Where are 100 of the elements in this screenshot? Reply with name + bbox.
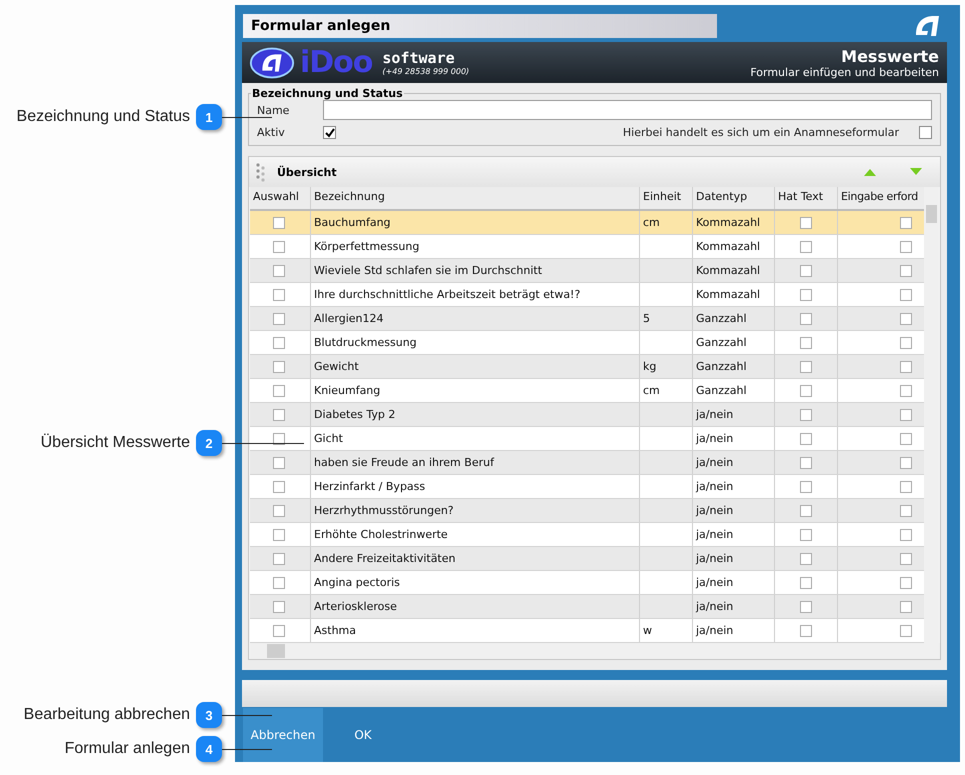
table-cell: Wieviele Std schlafen sie im Durchschnitt bbox=[311, 259, 640, 282]
table-cell: Knieumfang bbox=[311, 379, 640, 402]
row-checkbox[interactable] bbox=[273, 288, 285, 300]
table-cell: Gicht bbox=[311, 427, 640, 450]
active-checkbox[interactable] bbox=[323, 126, 336, 139]
row-checkbox[interactable] bbox=[900, 384, 912, 396]
vertical-scrollbar[interactable] bbox=[924, 187, 939, 643]
row-checkbox[interactable] bbox=[800, 576, 812, 588]
table-cell: Andere Freizeitaktivitäten bbox=[311, 547, 640, 570]
column-header[interactable]: Eingabe erford bbox=[838, 187, 924, 209]
row-checkbox[interactable] bbox=[273, 504, 285, 516]
row-checkbox[interactable] bbox=[800, 408, 812, 420]
table-cell: ja/nein bbox=[693, 571, 775, 594]
row-checkbox[interactable] bbox=[273, 480, 285, 492]
row-checkbox[interactable] bbox=[800, 288, 812, 300]
row-checkbox[interactable] bbox=[800, 432, 812, 444]
callout-badge: 3 bbox=[196, 702, 222, 728]
column-header[interactable]: Hat Text bbox=[775, 187, 838, 209]
row-checkbox[interactable] bbox=[273, 408, 285, 420]
column-header[interactable]: Einheit bbox=[640, 187, 693, 209]
table-row[interactable]: Blutdruckmessung Ganzzahl bbox=[250, 331, 924, 355]
table-row[interactable]: Diabetes Typ 2 ja/nein bbox=[250, 403, 924, 427]
table-row[interactable]: Herzrhythmusstörungen? ja/nein bbox=[250, 499, 924, 523]
column-header[interactable]: Datentyp bbox=[693, 187, 775, 209]
row-checkbox[interactable] bbox=[800, 624, 812, 636]
row-checkbox[interactable] bbox=[800, 216, 812, 228]
row-checkbox[interactable] bbox=[900, 288, 912, 300]
table-row[interactable]: Angina pectoris ja/nein bbox=[250, 571, 924, 595]
row-checkbox[interactable] bbox=[273, 432, 285, 444]
column-header[interactable]: Auswahl bbox=[250, 187, 311, 209]
row-checkbox[interactable] bbox=[800, 360, 812, 372]
row-checkbox[interactable] bbox=[900, 576, 912, 588]
row-checkbox[interactable] bbox=[273, 600, 285, 612]
row-checkbox[interactable] bbox=[273, 576, 285, 588]
row-checkbox[interactable] bbox=[273, 552, 285, 564]
row-checkbox[interactable] bbox=[800, 456, 812, 468]
row-checkbox[interactable] bbox=[273, 336, 285, 348]
table-row[interactable]: Körperfettmessung Kommazahl bbox=[250, 235, 924, 259]
horizontal-scrollbar[interactable] bbox=[250, 643, 940, 659]
dialog-button[interactable]: Abbrechen bbox=[243, 708, 323, 762]
row-checkbox[interactable] bbox=[900, 456, 912, 468]
row-checkbox[interactable] bbox=[800, 312, 812, 324]
row-checkbox[interactable] bbox=[273, 384, 285, 396]
row-checkbox[interactable] bbox=[273, 624, 285, 636]
row-checkbox[interactable] bbox=[800, 480, 812, 492]
row-checkbox[interactable] bbox=[900, 264, 912, 276]
row-checkbox[interactable] bbox=[900, 408, 912, 420]
row-checkbox[interactable] bbox=[900, 432, 912, 444]
name-input[interactable] bbox=[323, 100, 932, 120]
brand-name: iDoo bbox=[300, 45, 372, 80]
row-checkbox[interactable] bbox=[900, 216, 912, 228]
table-row[interactable]: Allergien124 5 Ganzzahl bbox=[250, 307, 924, 331]
row-checkbox[interactable] bbox=[800, 600, 812, 612]
table-cell: ja/nein bbox=[693, 499, 775, 522]
anamnese-checkbox[interactable] bbox=[919, 126, 932, 139]
row-checkbox[interactable] bbox=[900, 312, 912, 324]
move-down-icon[interactable] bbox=[910, 168, 922, 176]
row-checkbox[interactable] bbox=[900, 240, 912, 252]
table-row[interactable]: Wieviele Std schlafen sie im Durchschnitt Kommazahl bbox=[250, 259, 924, 283]
table-row[interactable]: Erhöhte Cholestrinwerte ja/nein bbox=[250, 523, 924, 547]
row-checkbox[interactable] bbox=[900, 528, 912, 540]
row-checkbox[interactable] bbox=[900, 504, 912, 516]
table-cell: Gewicht bbox=[311, 355, 640, 378]
row-checkbox[interactable] bbox=[900, 336, 912, 348]
table-row[interactable]: Gicht ja/nein bbox=[250, 427, 924, 451]
row-checkbox[interactable] bbox=[273, 216, 285, 228]
row-checkbox[interactable] bbox=[800, 336, 812, 348]
table-row[interactable]: Ihre durchschnittliche Arbeitszeit beträgt etwa!? Kommazahl bbox=[250, 283, 924, 307]
row-checkbox[interactable] bbox=[273, 528, 285, 540]
row-checkbox[interactable] bbox=[900, 600, 912, 612]
column-header[interactable]: Bezeichnung bbox=[311, 187, 640, 209]
panel-title: Übersicht bbox=[277, 166, 337, 178]
row-checkbox[interactable] bbox=[273, 312, 285, 324]
table-row[interactable]: Asthma w ja/nein bbox=[250, 619, 924, 643]
row-checkbox[interactable] bbox=[800, 552, 812, 564]
row-checkbox[interactable] bbox=[800, 384, 812, 396]
table-cell: ja/nein bbox=[693, 451, 775, 474]
leader-line bbox=[222, 749, 272, 750]
row-checkbox[interactable] bbox=[273, 360, 285, 372]
table-cell: Ganzzahl bbox=[693, 307, 775, 330]
table-row[interactable]: Knieumfang cm Ganzzahl bbox=[250, 379, 924, 403]
table-cell: Arteriosklerose bbox=[311, 595, 640, 618]
row-checkbox[interactable] bbox=[800, 264, 812, 276]
table-row[interactable]: Andere Freizeitaktivitäten ja/nein bbox=[250, 547, 924, 571]
move-up-icon[interactable] bbox=[864, 168, 876, 176]
table-row[interactable]: Arteriosklerose ja/nein bbox=[250, 595, 924, 619]
row-checkbox[interactable] bbox=[900, 360, 912, 372]
row-checkbox[interactable] bbox=[800, 528, 812, 540]
row-checkbox[interactable] bbox=[800, 240, 812, 252]
table-row[interactable]: haben sie Freude an ihrem Beruf ja/nein bbox=[250, 451, 924, 475]
row-checkbox[interactable] bbox=[800, 504, 812, 516]
row-checkbox[interactable] bbox=[900, 552, 912, 564]
row-checkbox[interactable] bbox=[273, 456, 285, 468]
table-row[interactable]: Herzinfarkt / Bypass ja/nein bbox=[250, 475, 924, 499]
row-checkbox[interactable] bbox=[900, 480, 912, 492]
row-checkbox[interactable] bbox=[273, 264, 285, 276]
table-row[interactable]: Bauchumfang cm Kommazahl bbox=[250, 211, 924, 235]
row-checkbox[interactable] bbox=[273, 240, 285, 252]
table-row[interactable]: Gewicht kg Ganzzahl bbox=[250, 355, 924, 379]
row-checkbox[interactable] bbox=[900, 624, 912, 636]
